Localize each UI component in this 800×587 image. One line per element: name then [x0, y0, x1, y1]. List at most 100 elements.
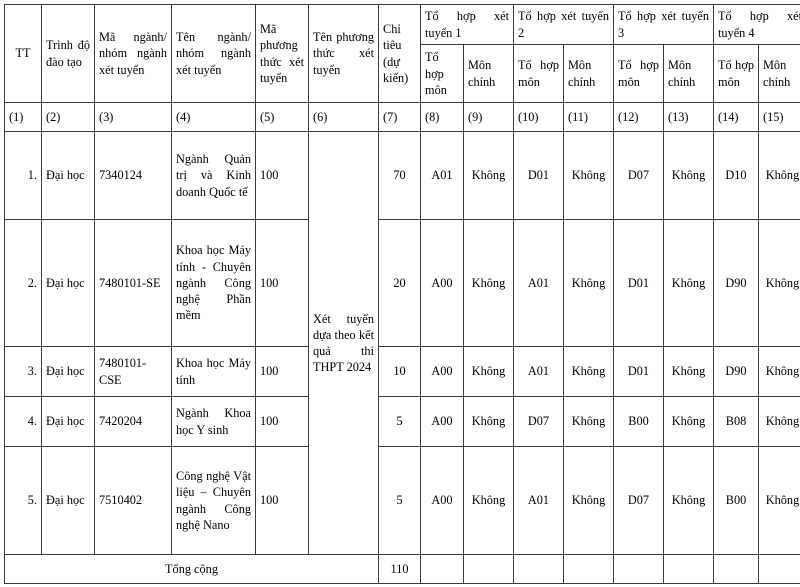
cell-mon-chinh-2: Không — [563, 219, 614, 347]
header-group-3: Tổ hợp xét tuyển 3 — [613, 3, 714, 46]
cell-mon-chinh-3: Không — [663, 446, 714, 555]
cell-mon-chinh-4: Không — [758, 346, 800, 397]
total-empty-12 — [613, 554, 664, 584]
cell-mon-chinh-2: Không — [563, 446, 614, 555]
cell-to-hop-2: D01 — [513, 131, 564, 220]
cell-to-hop-3: D07 — [613, 131, 664, 220]
total-empty-14 — [713, 554, 759, 584]
cell-trinh-do: Đại học — [41, 346, 95, 397]
cell-trinh-do: Đại học — [41, 446, 95, 555]
table-row: 2. Đại học 7480101-SE Khoa học Máy tính … — [4, 219, 800, 347]
header-tt: TT — [4, 4, 42, 103]
cell-ten-nganh: Ngành Khoa học Y sinh — [171, 396, 256, 447]
cell-chi-tieu: 5 — [378, 396, 421, 447]
header-chi-tieu: Chỉ tiêu (dự kiến) — [378, 4, 421, 103]
colnum-12: (12) — [613, 102, 664, 132]
header-row-main: TT Trình độ đào tạo Mã ngành/ nhóm ngành… — [4, 3, 800, 103]
cell-mon-chinh-1: Không — [463, 219, 514, 347]
cell-ten-nganh: Công nghệ Vật liệu – Chuyên ngành Công n… — [171, 446, 256, 555]
cell-chi-tieu: 5 — [378, 446, 421, 555]
cell-to-hop-3: D01 — [613, 346, 664, 397]
colnum-8: (8) — [420, 102, 464, 132]
cell-trinh-do: Đại học — [41, 131, 95, 220]
cell-ten-nganh: Khoa học Máy tính - Chuyên ngành Công ng… — [171, 219, 256, 347]
cell-ma-nganh: 7420204 — [94, 396, 172, 447]
cell-to-hop-2: A01 — [513, 219, 564, 347]
cell-to-hop-2: D07 — [513, 396, 564, 447]
cell-mon-chinh-3: Không — [663, 346, 714, 397]
cell-mon-chinh-3: Không — [663, 131, 714, 220]
header-mon-chinh-2: Môn chính — [563, 44, 614, 103]
cell-to-hop-3: D01 — [613, 219, 664, 347]
cell-tt: 3. — [4, 346, 42, 397]
cell-mon-chinh-4: Không — [758, 219, 800, 347]
cell-mon-chinh-3: Không — [663, 396, 714, 447]
cell-ma-nganh: 7480101-SE — [94, 219, 172, 347]
table-row: 4. Đại học 7420204 Ngành Khoa học Y sinh… — [4, 396, 800, 447]
cell-ten-nganh: Khoa học Máy tính — [171, 346, 256, 397]
colnum-2: (2) — [41, 102, 95, 132]
cell-mon-chinh-3: Không — [663, 219, 714, 347]
cell-to-hop-3: B00 — [613, 396, 664, 447]
total-empty-10 — [513, 554, 564, 584]
cell-mon-chinh-2: Không — [563, 131, 614, 220]
cell-tt: 5. — [4, 446, 42, 555]
header-ma-nganh: Mã ngành/ nhóm ngành xét tuyển — [94, 4, 172, 103]
colnum-9: (9) — [463, 102, 514, 132]
header-mon-chinh-3: Môn chính — [663, 44, 714, 103]
cell-ma-phuong-thuc: 100 — [255, 396, 309, 447]
table-row: 3. Đại học 7480101-CSE Khoa học Máy tính… — [4, 346, 800, 397]
colnum-7: (7) — [378, 102, 421, 132]
cell-mon-chinh-4: Không — [758, 131, 800, 220]
colnum-11: (11) — [563, 102, 614, 132]
header-mon-chinh-1: Môn chính — [463, 44, 514, 103]
cell-mon-chinh-4: Không — [758, 396, 800, 447]
table-row: 1. Đại học 7340124 Ngành Quản trị và Kin… — [4, 131, 800, 555]
cell-to-hop-1: A00 — [420, 446, 464, 555]
cell-tt: 1. — [4, 131, 42, 220]
cell-to-hop-4: D10 — [713, 131, 759, 220]
cell-mon-chinh-1: Không — [463, 131, 514, 220]
cell-to-hop-4: D90 — [713, 346, 759, 397]
total-label: Tổng cộng — [4, 554, 379, 584]
cell-to-hop-1: A01 — [420, 131, 464, 220]
cell-chi-tieu: 70 — [378, 131, 421, 220]
cell-ten-nganh: Ngành Quản trị và Kinh doanh Quốc tế — [171, 131, 256, 220]
cell-to-hop-4: D90 — [713, 219, 759, 347]
cell-tt: 4. — [4, 396, 42, 447]
cell-to-hop-4: B00 — [713, 446, 759, 555]
colnum-3: (3) — [94, 102, 172, 132]
cell-mon-chinh-2: Không — [563, 396, 614, 447]
total-empty-9 — [463, 554, 514, 584]
cell-to-hop-4: B08 — [713, 396, 759, 447]
colnum-4: (4) — [171, 102, 256, 132]
header-ma-phuong-thuc: Mã phương thức xét tuyển — [255, 4, 309, 103]
cell-mon-chinh-4: Không — [758, 446, 800, 555]
cell-ma-phuong-thuc: 100 — [255, 219, 309, 347]
header-mon-chinh-4: Môn chính — [758, 44, 800, 103]
table-row: 5. Đại học 7510402 Công nghệ Vật liệu – … — [4, 446, 800, 555]
header-group-1: Tổ hợp xét tuyển 1 — [420, 3, 514, 46]
header-to-hop-mon-2: Tổ hợp môn — [513, 44, 564, 103]
cell-mon-chinh-1: Không — [463, 396, 514, 447]
cell-tt: 2. — [4, 219, 42, 347]
colnum-13: (13) — [663, 102, 714, 132]
colnum-5: (5) — [255, 102, 309, 132]
cell-ten-phuong-thuc: Xét tuyển dựa theo kết quả thi THPT 2024 — [308, 131, 379, 555]
total-empty-8 — [420, 554, 464, 584]
cell-mon-chinh-2: Không — [563, 346, 614, 397]
cell-to-hop-2: A01 — [513, 446, 564, 555]
cell-chi-tieu: 20 — [378, 219, 421, 347]
header-to-hop-mon-4: Tổ hợp môn — [713, 44, 759, 103]
cell-ma-phuong-thuc: 100 — [255, 131, 309, 220]
header-trinh-do: Trình độ đào tạo — [41, 4, 95, 103]
cell-to-hop-1: A00 — [420, 396, 464, 447]
colnum-15: (15) — [758, 102, 800, 132]
cell-ma-nganh: 7340124 — [94, 131, 172, 220]
cell-to-hop-1: A00 — [420, 219, 464, 347]
header-ten-phuong-thuc: Tên phương thức xét tuyển — [308, 4, 379, 103]
column-number-row: (1) (2) (3) (4) (5) (6) (7) (8) (9) (10)… — [4, 102, 800, 132]
colnum-1: (1) — [4, 102, 42, 132]
header-to-hop-mon-1: Tổ hợp môn — [420, 44, 464, 103]
cell-chi-tieu: 10 — [378, 346, 421, 397]
